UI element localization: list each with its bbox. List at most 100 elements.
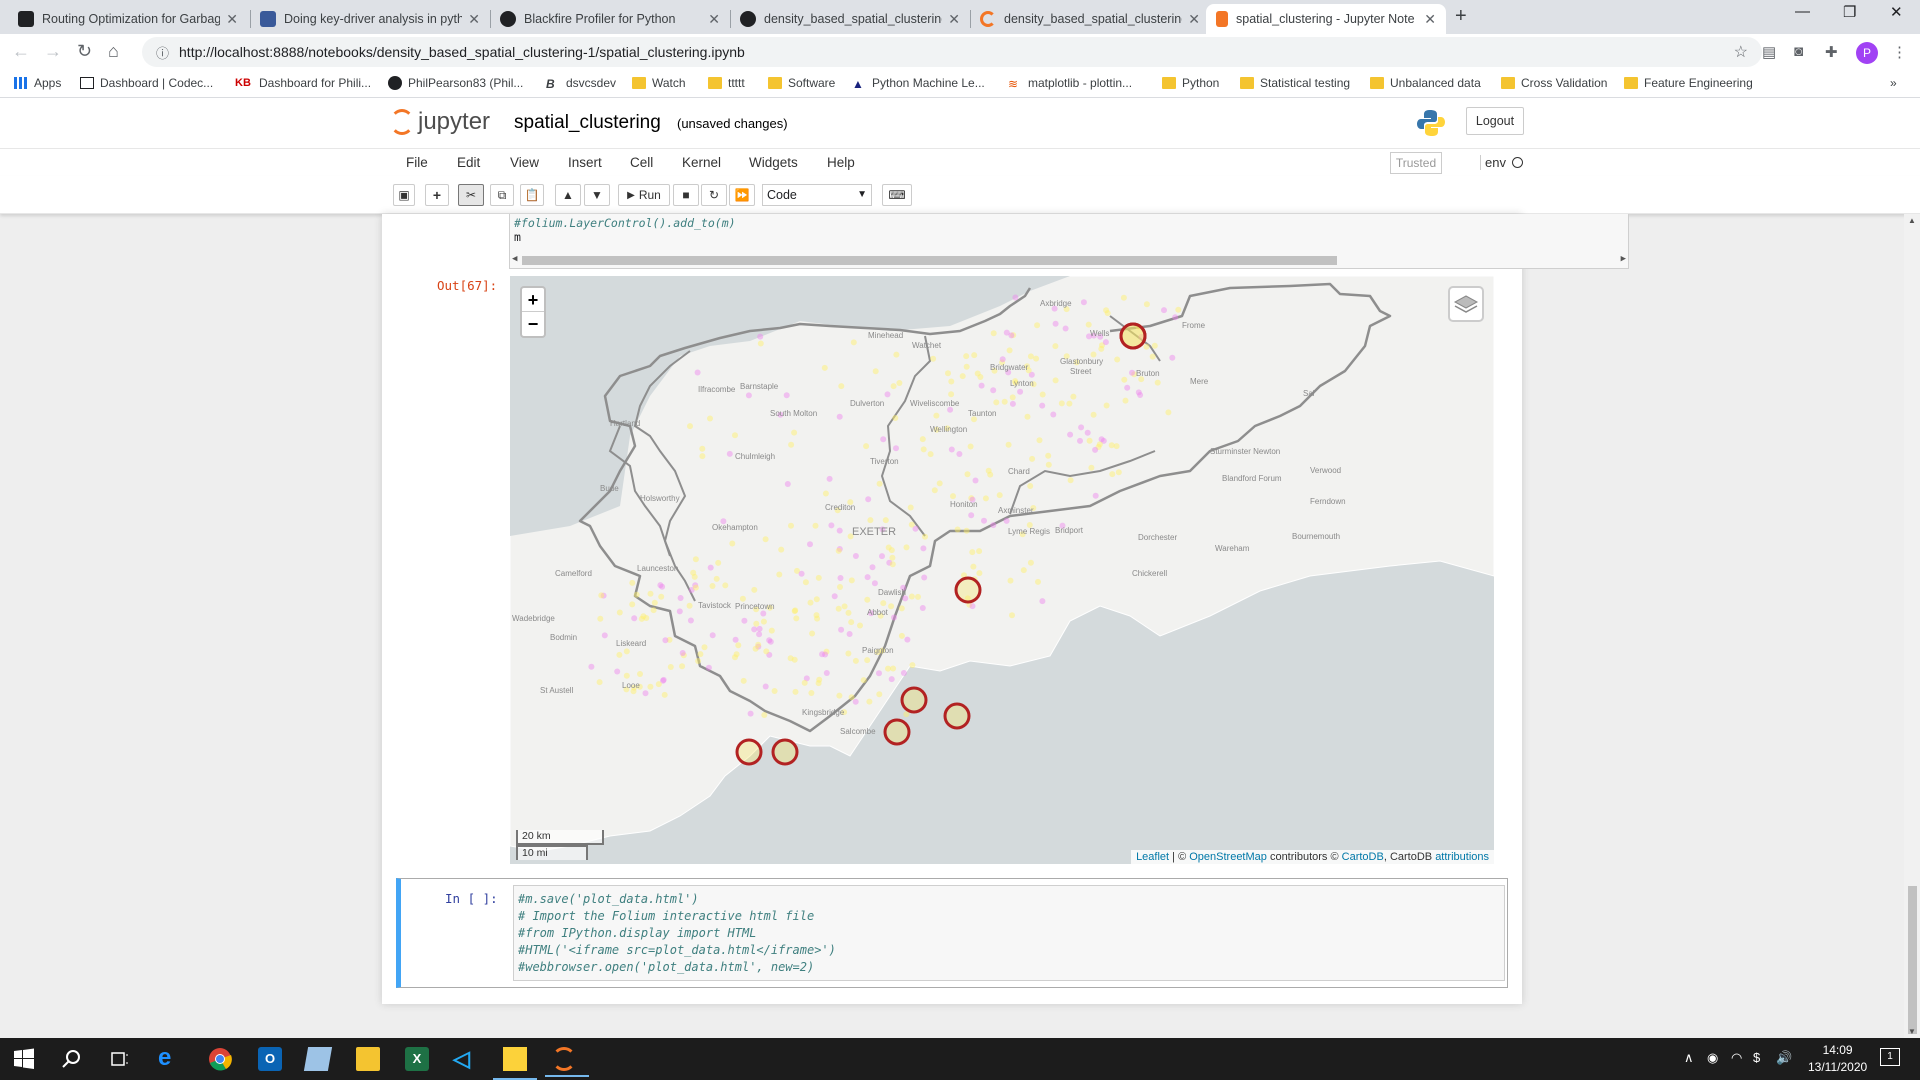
cluster-marker[interactable] (900, 686, 928, 714)
restore-icon[interactable]: ❐ (1843, 3, 1856, 21)
zoom-in-button[interactable]: + (522, 288, 544, 312)
logout-button[interactable]: Logout (1466, 107, 1524, 135)
chevron-up-icon[interactable]: ∧ (1684, 1050, 1694, 1066)
menu-dots-icon[interactable]: ⋮ (1892, 43, 1907, 61)
restart-button[interactable]: ↻ (701, 184, 727, 206)
menu-view[interactable]: View (510, 155, 539, 170)
horizontal-scrollbar[interactable]: ◀ ▶ (510, 254, 1628, 266)
file-explorer-icon[interactable] (356, 1047, 380, 1071)
map-canvas[interactable]: Axbridge Wells Frome Minehead Watchet Glaston… (510, 276, 1494, 864)
close-icon[interactable]: ✕ (468, 11, 480, 28)
extension-icon[interactable]: ◙ (1794, 43, 1803, 60)
tab-1[interactable]: Doing key-driver analysis in pyth ✕ (250, 4, 490, 34)
reading-list-icon[interactable]: ▤ (1762, 43, 1776, 61)
close-icon[interactable]: ✕ (948, 11, 960, 28)
osm-link[interactable]: OpenStreetMap (1189, 851, 1267, 863)
cartodb-link[interactable]: CartoDB (1342, 851, 1384, 863)
bookmark-folder[interactable]: Unbalanced data (1370, 76, 1481, 90)
task-view-icon[interactable] (108, 1047, 132, 1071)
cut-button[interactable]: ✂ (458, 184, 484, 206)
trusted-indicator[interactable]: Trusted (1390, 152, 1442, 174)
system-clock[interactable]: 14:09 13/11/2020 (1808, 1042, 1867, 1076)
folium-map[interactable]: Axbridge Wells Frome Minehead Watchet Glaston… (510, 276, 1494, 864)
bookmark-folder[interactable]: Cross Validation (1501, 76, 1607, 90)
scroll-left-icon[interactable]: ◀ (512, 254, 517, 264)
outlook-icon[interactable]: O (258, 1047, 282, 1071)
menu-edit[interactable]: Edit (457, 155, 480, 170)
reload-icon[interactable]: ↻ (77, 41, 92, 62)
close-icon[interactable]: ✕ (708, 11, 720, 28)
notification-center-icon[interactable]: 1 (1880, 1048, 1900, 1066)
close-icon[interactable]: ✕ (1424, 11, 1436, 28)
insert-cell-button[interactable]: + (425, 184, 449, 206)
bookmark-item[interactable]: KB Dashboard for Phili... (235, 76, 371, 90)
menu-insert[interactable]: Insert (568, 155, 602, 170)
tab-2[interactable]: Blackfire Profiler for Python ✕ (490, 4, 730, 34)
cluster-marker[interactable] (943, 702, 971, 730)
bookmark-item[interactable]: PhilPearson83 (Phil... (388, 76, 523, 90)
tab-3[interactable]: density_based_spatial_clustering ✕ (730, 4, 970, 34)
menu-cell[interactable]: Cell (630, 155, 653, 170)
vscode-icon[interactable]: ◁ (453, 1047, 477, 1071)
star-icon[interactable]: ☆ (1734, 42, 1748, 62)
scroll-up-icon[interactable]: ▲ (1908, 216, 1916, 225)
url-bar[interactable]: ⓘ http://localhost:8888/notebooks/densit… (142, 37, 1762, 67)
pycharm-icon[interactable] (493, 1047, 537, 1080)
wifi-icon[interactable]: ◠ (1731, 1050, 1742, 1066)
bookmark-item[interactable]: Bdsvcsdev (546, 76, 616, 91)
back-icon[interactable]: ← (12, 41, 30, 62)
restart-run-all-button[interactable]: ⏩ (729, 184, 755, 206)
tab-0[interactable]: Routing Optimization for Garbag ✕ (8, 4, 248, 34)
paste-button[interactable]: 📋 (520, 184, 544, 206)
move-up-button[interactable]: ▲ (555, 184, 581, 206)
excel-icon[interactable]: X (405, 1047, 429, 1071)
page-vertical-scrollbar[interactable]: ▲ ▼ (1904, 214, 1920, 1038)
dollar-icon[interactable]: $ (1753, 1050, 1760, 1065)
scroll-down-icon[interactable]: ▼ (1908, 1027, 1916, 1036)
bookmark-folder[interactable]: Watch (632, 76, 686, 90)
scroll-thumb[interactable] (1908, 886, 1917, 1034)
site-info-icon[interactable]: ⓘ (156, 43, 169, 62)
move-down-button[interactable]: ▼ (584, 184, 610, 206)
menu-file[interactable]: File (406, 155, 428, 170)
jupyter-logo[interactable]: jupyter (390, 108, 490, 136)
interrupt-button[interactable]: ■ (673, 184, 699, 206)
layers-control-button[interactable] (1448, 286, 1484, 322)
notes-app-icon[interactable] (303, 1047, 333, 1071)
close-icon[interactable]: ✕ (226, 11, 238, 28)
minimize-icon[interactable]: — (1795, 3, 1810, 20)
menu-help[interactable]: Help (827, 155, 855, 170)
scroll-right-icon[interactable]: ▶ (1621, 254, 1626, 264)
new-tab-icon[interactable]: + (1455, 5, 1467, 28)
save-button[interactable]: ▣ (393, 184, 415, 206)
bookmark-apps[interactable]: Apps (14, 76, 61, 90)
chrome-icon[interactable] (208, 1047, 232, 1071)
run-button[interactable]: ▶ Run (618, 184, 670, 206)
zoom-out-button[interactable]: − (522, 312, 544, 336)
cluster-marker[interactable] (883, 718, 911, 746)
bookmark-folder[interactable]: Statistical testing (1240, 76, 1350, 90)
scroll-thumb[interactable] (522, 256, 1337, 265)
cluster-marker[interactable] (954, 576, 982, 604)
profile-avatar[interactable]: P (1856, 42, 1878, 64)
location-icon[interactable]: ◉ (1707, 1050, 1718, 1066)
bookmark-item[interactable]: Dashboard | Codec... (80, 76, 213, 90)
close-icon[interactable]: ✕ (1188, 11, 1200, 28)
cluster-marker[interactable] (735, 738, 763, 766)
window-close-icon[interactable]: ✕ (1890, 3, 1903, 21)
bookmark-item[interactable]: ▲ Python Machine Le... (852, 76, 985, 91)
edge-icon[interactable]: e (158, 1046, 182, 1071)
search-icon[interactable] (60, 1047, 84, 1071)
windows-start-icon[interactable] (12, 1047, 36, 1071)
code-editor[interactable]: #m.save('plot_data.html') # Import the F… (513, 885, 1505, 981)
cluster-marker[interactable] (1119, 322, 1147, 350)
volume-icon[interactable]: 🔊 (1776, 1050, 1792, 1066)
jupyter-taskbar-icon[interactable] (545, 1047, 589, 1077)
bookmark-item[interactable]: ≋ matplotlib - plottin... (1008, 76, 1132, 91)
cell-type-select[interactable]: Code ▼ (762, 184, 872, 206)
tab-5[interactable]: spatial_clustering - Jupyter Note ✕ (1206, 4, 1446, 34)
bookmark-folder[interactable]: Python (1162, 76, 1219, 90)
bookmark-folder[interactable]: Software (768, 76, 835, 90)
menu-widgets[interactable]: Widgets (749, 155, 798, 170)
puzzle-extensions-icon[interactable]: ✚ (1825, 43, 1838, 61)
